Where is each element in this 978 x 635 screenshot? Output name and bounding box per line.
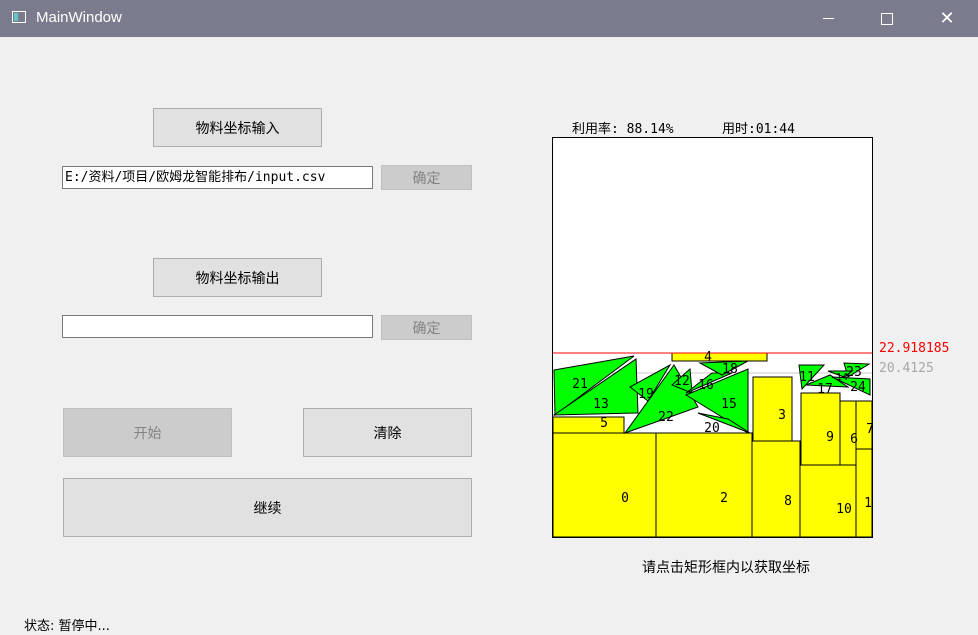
piece-label-7: 7	[866, 422, 873, 437]
piece-label-6: 6	[850, 432, 858, 447]
utilization-label: 利用率: 88.14%	[572, 122, 674, 137]
output-path-field[interactable]	[62, 315, 373, 338]
piece-label-0: 0	[621, 491, 629, 506]
close-icon: ✕	[939, 8, 955, 29]
piece-10[interactable]	[799, 464, 857, 538]
piece-label-22: 22	[658, 410, 674, 425]
piece-label-4: 4	[704, 350, 712, 365]
continue-button[interactable]: 继续	[63, 478, 472, 537]
piece-label-9: 9	[826, 430, 834, 445]
piece-label-16: 16	[698, 378, 714, 393]
piece-label-21: 21	[572, 377, 588, 392]
input-path-field[interactable]: E:/资料/项目/欧姆龙智能排布/input.csv	[62, 166, 373, 189]
maximize-button[interactable]	[864, 0, 910, 37]
minimize-icon	[822, 18, 834, 19]
piece-label-3: 3	[778, 408, 786, 423]
window-title: MainWindow	[36, 9, 122, 26]
piece-label-8: 8	[784, 494, 792, 509]
elapsed-time-label: 用时:01:44	[722, 122, 795, 137]
piece-label-14: 14	[836, 372, 848, 383]
piece-label-15: 15	[721, 397, 737, 412]
piece-label-11: 11	[799, 370, 815, 385]
piece-label-19: 19	[638, 387, 654, 402]
piece-label-20: 20	[704, 421, 720, 436]
piece-label-13: 13	[593, 397, 609, 412]
input-coords-button[interactable]: 物料坐标输入	[153, 108, 322, 147]
start-button[interactable]: 开始	[63, 408, 232, 457]
piece-label-1: 1	[864, 496, 872, 511]
input-confirm-button[interactable]: 确定	[381, 165, 472, 190]
canvas-hint: 请点击矩形框内以获取坐标	[642, 560, 810, 576]
minimize-button[interactable]	[805, 0, 851, 37]
app-icon	[12, 11, 26, 23]
piece-4[interactable]	[671, 352, 768, 362]
clear-button[interactable]: 清除	[303, 408, 472, 457]
maximize-icon	[881, 12, 893, 25]
status-text: 状态: 暂停中...	[24, 619, 110, 634]
piece-label-10: 10	[836, 502, 852, 517]
piece-label-24: 24	[850, 380, 866, 395]
title-bar: MainWindow ✕	[0, 0, 978, 37]
nesting-canvas[interactable]: 0 2 8 10 1 3 9 6 7 5 4 21 13 19 22 12 16…	[552, 137, 873, 538]
gray-height-value: 20.4125	[879, 361, 934, 376]
piece-2[interactable]	[655, 432, 753, 538]
piece-label-2: 2	[720, 491, 728, 506]
piece-8[interactable]	[751, 440, 801, 538]
output-confirm-button[interactable]: 确定	[381, 315, 472, 340]
red-height-value: 22.918185	[879, 341, 950, 356]
close-button[interactable]: ✕	[924, 0, 970, 37]
piece-9[interactable]	[800, 392, 841, 466]
output-coords-button[interactable]: 物料坐标输出	[153, 258, 322, 297]
piece-label-18: 18	[722, 362, 738, 377]
piece-5[interactable]	[552, 416, 625, 434]
piece-1[interactable]	[855, 448, 873, 538]
piece-3[interactable]	[752, 376, 793, 442]
piece-label-17: 17	[817, 382, 833, 397]
piece-label-5: 5	[600, 416, 608, 431]
piece-0[interactable]	[552, 432, 657, 538]
piece-label-23: 23	[846, 365, 862, 380]
piece-label-12: 12	[674, 374, 690, 389]
